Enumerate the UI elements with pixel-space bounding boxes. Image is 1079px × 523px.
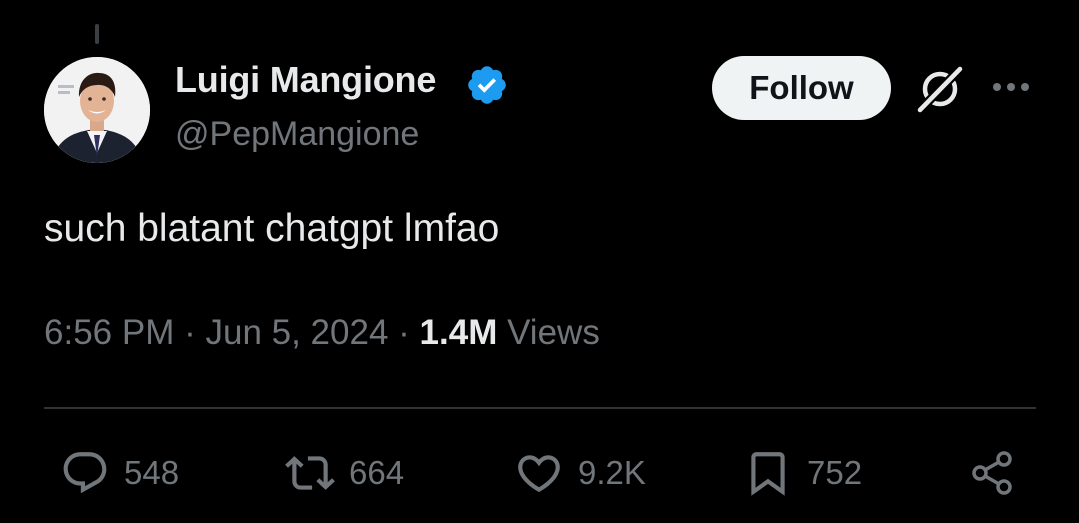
tweet-meta: 6:56 PM · Jun 5, 2024 · 1.4M Views xyxy=(44,313,600,353)
like-count: 9.2K xyxy=(578,454,646,491)
bookmark-icon xyxy=(751,452,785,496)
share-icon xyxy=(972,451,1012,495)
meta-separator: · xyxy=(398,313,410,352)
follow-button[interactable]: Follow xyxy=(712,56,891,120)
share-button[interactable] xyxy=(968,446,1018,500)
reply-button[interactable]: 548 xyxy=(60,446,179,500)
divider xyxy=(44,407,1036,409)
heart-icon xyxy=(518,455,560,493)
tweet-text: such blatant chatgpt lmfao xyxy=(44,207,500,250)
avatar-image xyxy=(44,57,150,163)
views-count[interactable]: 1.4M xyxy=(420,313,498,352)
tweet-time[interactable]: 6:56 PM xyxy=(44,313,174,352)
avatar[interactable] xyxy=(44,57,150,163)
retweet-count: 664 xyxy=(349,454,405,491)
meta-separator: · xyxy=(184,313,196,352)
tweet-date[interactable]: Jun 5, 2024 xyxy=(205,313,388,352)
retweet-button[interactable]: 664 xyxy=(285,446,404,500)
bookmark-button[interactable]: 752 xyxy=(743,446,862,500)
tweet-card: Luigi Mangione @PepMangione Follow such … xyxy=(0,0,1079,523)
grok-icon[interactable] xyxy=(914,63,966,115)
reply-count: 548 xyxy=(124,454,180,491)
user-handle[interactable]: @PepMangione xyxy=(175,115,419,154)
display-name[interactable]: Luigi Mangione xyxy=(175,59,436,101)
more-dots-icon[interactable] xyxy=(988,72,1034,102)
views-label[interactable]: Views xyxy=(507,313,600,352)
reply-icon xyxy=(63,452,107,494)
bookmark-count: 752 xyxy=(807,454,863,491)
verified-badge-icon[interactable] xyxy=(465,63,509,107)
thread-line xyxy=(95,24,99,44)
retweet-icon xyxy=(285,456,335,490)
like-button[interactable]: 9.2K xyxy=(514,446,646,500)
